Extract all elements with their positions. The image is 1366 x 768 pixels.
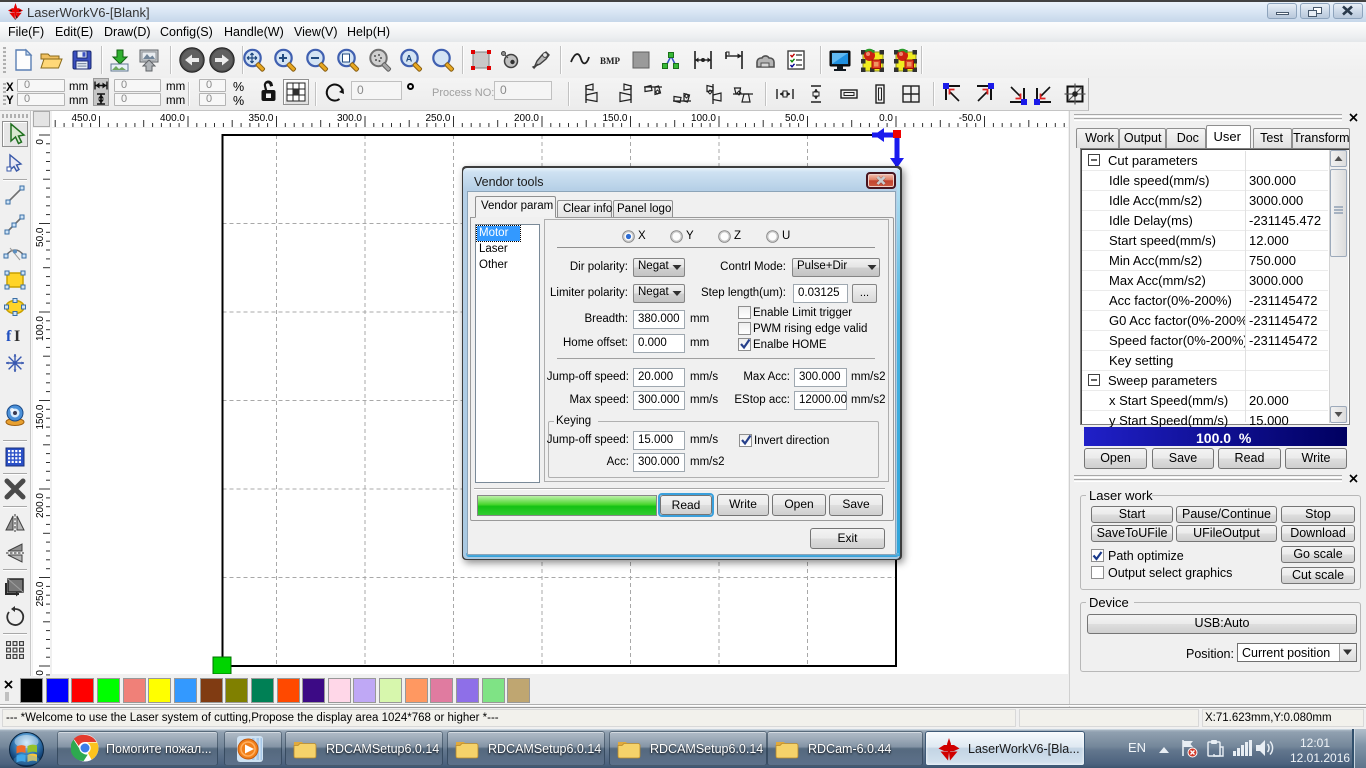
svg-text:400.0: 400.0 [160, 113, 185, 124]
svg-text:350.0: 350.0 [248, 113, 273, 124]
svg-text:0.0: 0.0 [879, 113, 893, 124]
svg-text:f: f [6, 328, 12, 345]
svg-text:200.0: 200.0 [35, 493, 46, 518]
svg-text:I: I [14, 328, 20, 345]
svg-text:0: 0 [35, 139, 46, 145]
svg-text:450.0: 450.0 [71, 113, 96, 124]
svg-text:250.0: 250.0 [425, 113, 450, 124]
svg-text:150.0: 150.0 [602, 113, 627, 124]
svg-text:250.0: 250.0 [35, 581, 46, 606]
svg-text:100.0: 100.0 [691, 113, 716, 124]
svg-text:BMP: BMP [600, 56, 620, 66]
svg-text:50.0: 50.0 [785, 113, 805, 124]
svg-text:150.0: 150.0 [35, 404, 46, 429]
svg-text:100.0: 100.0 [35, 316, 46, 341]
svg-text:A: A [406, 54, 413, 64]
svg-text:200.0: 200.0 [514, 113, 539, 124]
svg-text:50.0: 50.0 [35, 227, 46, 247]
svg-text:300.0: 300.0 [337, 113, 362, 124]
svg-text:-50.0: -50.0 [959, 113, 982, 124]
